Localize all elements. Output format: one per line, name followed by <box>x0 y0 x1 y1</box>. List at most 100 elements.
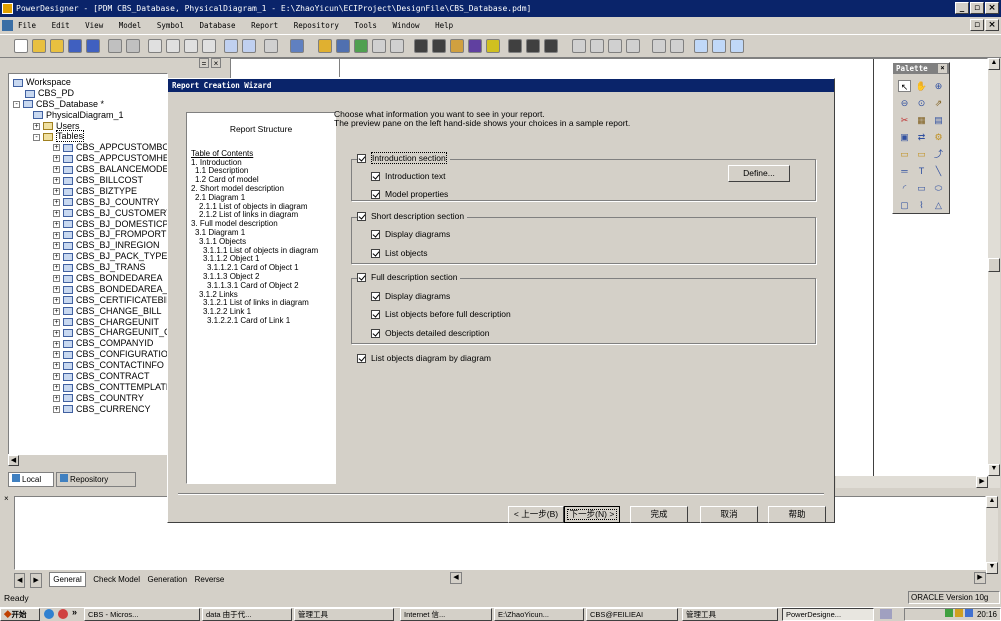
zoom-area-icon[interactable]: ⊙ <box>915 97 928 109</box>
menu-tools[interactable]: Tools <box>354 21 377 30</box>
expand-icon[interactable]: + <box>53 144 60 152</box>
tree-table-item[interactable]: + CBS_BIZTYPE <box>13 186 167 197</box>
taskbar-extra-icon[interactable] <box>880 609 892 619</box>
browser-hscrollbar[interactable]: ◀ <box>8 454 168 466</box>
expand-icon[interactable]: + <box>53 351 60 359</box>
rectangle-icon[interactable]: ▭ <box>915 182 928 194</box>
expand-icon[interactable]: + <box>53 394 60 402</box>
model-properties-checkbox[interactable]: Model properties <box>371 189 448 200</box>
define-button[interactable]: Define... <box>728 165 790 182</box>
doc-close-button[interactable]: × <box>985 19 999 31</box>
collapse-icon[interactable]: - <box>13 100 20 108</box>
print-icon[interactable] <box>126 39 140 53</box>
collapse-icon[interactable]: - <box>33 133 40 141</box>
file-icon[interactable]: ▭ <box>898 148 911 160</box>
paste-icon[interactable] <box>184 39 198 53</box>
expand-icon[interactable]: + <box>53 155 60 163</box>
diagram-vscrollbar[interactable]: ▲ ▼ <box>988 58 1000 488</box>
tree-tables[interactable]: - Tables <box>13 130 167 143</box>
quicklaunch-ie-icon[interactable] <box>44 609 54 619</box>
palette-close-icon[interactable]: × <box>938 64 947 73</box>
tree-table-item[interactable]: + CBS_CERTIFICATEBILL <box>13 295 167 306</box>
tray-app-icon[interactable] <box>964 609 973 617</box>
expand-icon[interactable]: + <box>53 177 60 185</box>
browser-dock-button[interactable]: = <box>199 58 209 68</box>
taskbar-item[interactable]: CBS@FEILIEAI <box>586 608 678 621</box>
expand-icon[interactable]: + <box>53 362 60 370</box>
output-toggle-icon[interactable] <box>670 39 684 53</box>
scroll-up-button[interactable]: ▲ <box>988 58 1000 70</box>
back-button[interactable]: < 上一步(B) <box>508 506 564 523</box>
tree-table-item[interactable]: + CBS_BONDEDAREA_IN <box>13 284 167 295</box>
output-close-button[interactable]: × <box>4 494 13 510</box>
tree-model[interactable]: - CBS_Database * <box>13 99 167 110</box>
open-icon[interactable] <box>32 39 46 53</box>
tree-table-item[interactable]: + CBS_COMPANYID <box>13 338 167 349</box>
quicklaunch-more-icon[interactable]: » <box>72 607 82 619</box>
tree-users[interactable]: + Users <box>13 121 167 132</box>
scroll-right-button[interactable]: ▶ <box>976 476 988 488</box>
tree-workspace[interactable]: Workspace <box>13 77 167 88</box>
save-all-icon[interactable] <box>86 39 100 53</box>
tab-check-model[interactable]: Check Model <box>93 573 140 586</box>
tab-reverse[interactable]: Reverse <box>195 573 225 586</box>
output-hscroll-right[interactable]: ▶ <box>974 572 986 584</box>
expand-icon[interactable]: + <box>53 373 60 381</box>
zoom-page-icon[interactable] <box>626 39 640 53</box>
browser-toggle-icon[interactable] <box>652 39 666 53</box>
menu-repository[interactable]: Repository <box>294 21 339 30</box>
tree-table-item[interactable]: + CBS_BALANCEMODE <box>13 164 167 175</box>
taskbar-item[interactable]: Internet 信... <box>400 608 492 621</box>
menu-model[interactable]: Model <box>119 21 142 30</box>
ungroup-icon[interactable] <box>544 39 558 53</box>
menu-edit[interactable]: Edit <box>52 21 70 30</box>
taskbar-item[interactable]: 管理工具 <box>682 608 778 621</box>
taskbar-item[interactable]: data 由于代... <box>202 608 292 621</box>
rounded-rectangle-icon[interactable]: ▢ <box>898 199 911 211</box>
expand-icon[interactable]: + <box>53 340 60 348</box>
pointer-icon[interactable]: ↖ <box>898 80 911 92</box>
short-display-diagrams-checkbox[interactable]: Display diagrams <box>371 229 450 240</box>
menu-window[interactable]: Window <box>392 21 419 30</box>
menu-symbol[interactable]: Symbol <box>157 21 184 30</box>
short-section-checkbox[interactable]: Short description section <box>357 211 468 222</box>
grabber-icon[interactable]: ✋ <box>915 80 928 92</box>
tab-generation[interactable]: Generation <box>147 573 187 586</box>
print-preview-icon[interactable] <box>108 39 122 53</box>
polyline-icon[interactable]: ⌇ <box>915 199 928 211</box>
package-icon[interactable]: ▦ <box>915 114 928 126</box>
zoom-out-icon[interactable] <box>590 39 604 53</box>
menu-report[interactable]: Report <box>251 21 278 30</box>
help-button[interactable]: 帮助 <box>768 506 826 523</box>
save-icon[interactable] <box>68 39 82 53</box>
zoom-out-palette-icon[interactable]: ⊖ <box>898 97 911 109</box>
expand-icon[interactable]: + <box>33 122 40 130</box>
taskbar-item[interactable]: CBS - Micros... <box>84 608 200 621</box>
powerdesigner-app-icon[interactable] <box>2 3 13 14</box>
tree-table-item[interactable]: + CBS_BJ_CUSTOMERTY <box>13 208 167 219</box>
open-package-icon[interactable]: ⇗ <box>932 97 945 109</box>
tree-table-item[interactable]: + CBS_APPCUSTOMBODY <box>13 142 167 153</box>
tree-project[interactable]: CBS_PD <box>13 88 167 99</box>
menu-view[interactable]: View <box>85 21 103 30</box>
expand-icon[interactable]: + <box>53 253 60 261</box>
quicklaunch-media-icon[interactable] <box>58 609 68 619</box>
zoom-in-palette-icon[interactable]: ⊕ <box>932 80 945 92</box>
expand-icon[interactable]: + <box>53 318 60 326</box>
start-button[interactable]: ◆开始 <box>0 608 40 621</box>
tree-diagram[interactable]: PhysicalDiagram_1 <box>13 110 167 121</box>
tree-table-item[interactable]: + CBS_BILLCOST <box>13 175 167 186</box>
tree-table-item[interactable]: + CBS_CHARGEUNIT_CO <box>13 327 167 338</box>
merge-icon[interactable] <box>390 39 404 53</box>
font-icon[interactable] <box>468 39 482 53</box>
tab-scroll-right-icon[interactable]: ▶ <box>30 573 42 588</box>
compare-icon[interactable] <box>372 39 386 53</box>
generate-icon[interactable] <box>318 39 332 53</box>
tree-table-item[interactable]: + CBS_COUNTRY <box>13 393 167 404</box>
intro-section-checkbox[interactable]: Introduction section <box>357 152 450 164</box>
expand-icon[interactable]: + <box>53 242 60 250</box>
text-color-icon[interactable] <box>486 39 500 53</box>
polygon-icon[interactable]: △ <box>932 199 945 211</box>
tree-table-item[interactable]: + CBS_APPCUSTOMHEAD <box>13 153 167 164</box>
tab-general[interactable]: General <box>49 572 86 587</box>
